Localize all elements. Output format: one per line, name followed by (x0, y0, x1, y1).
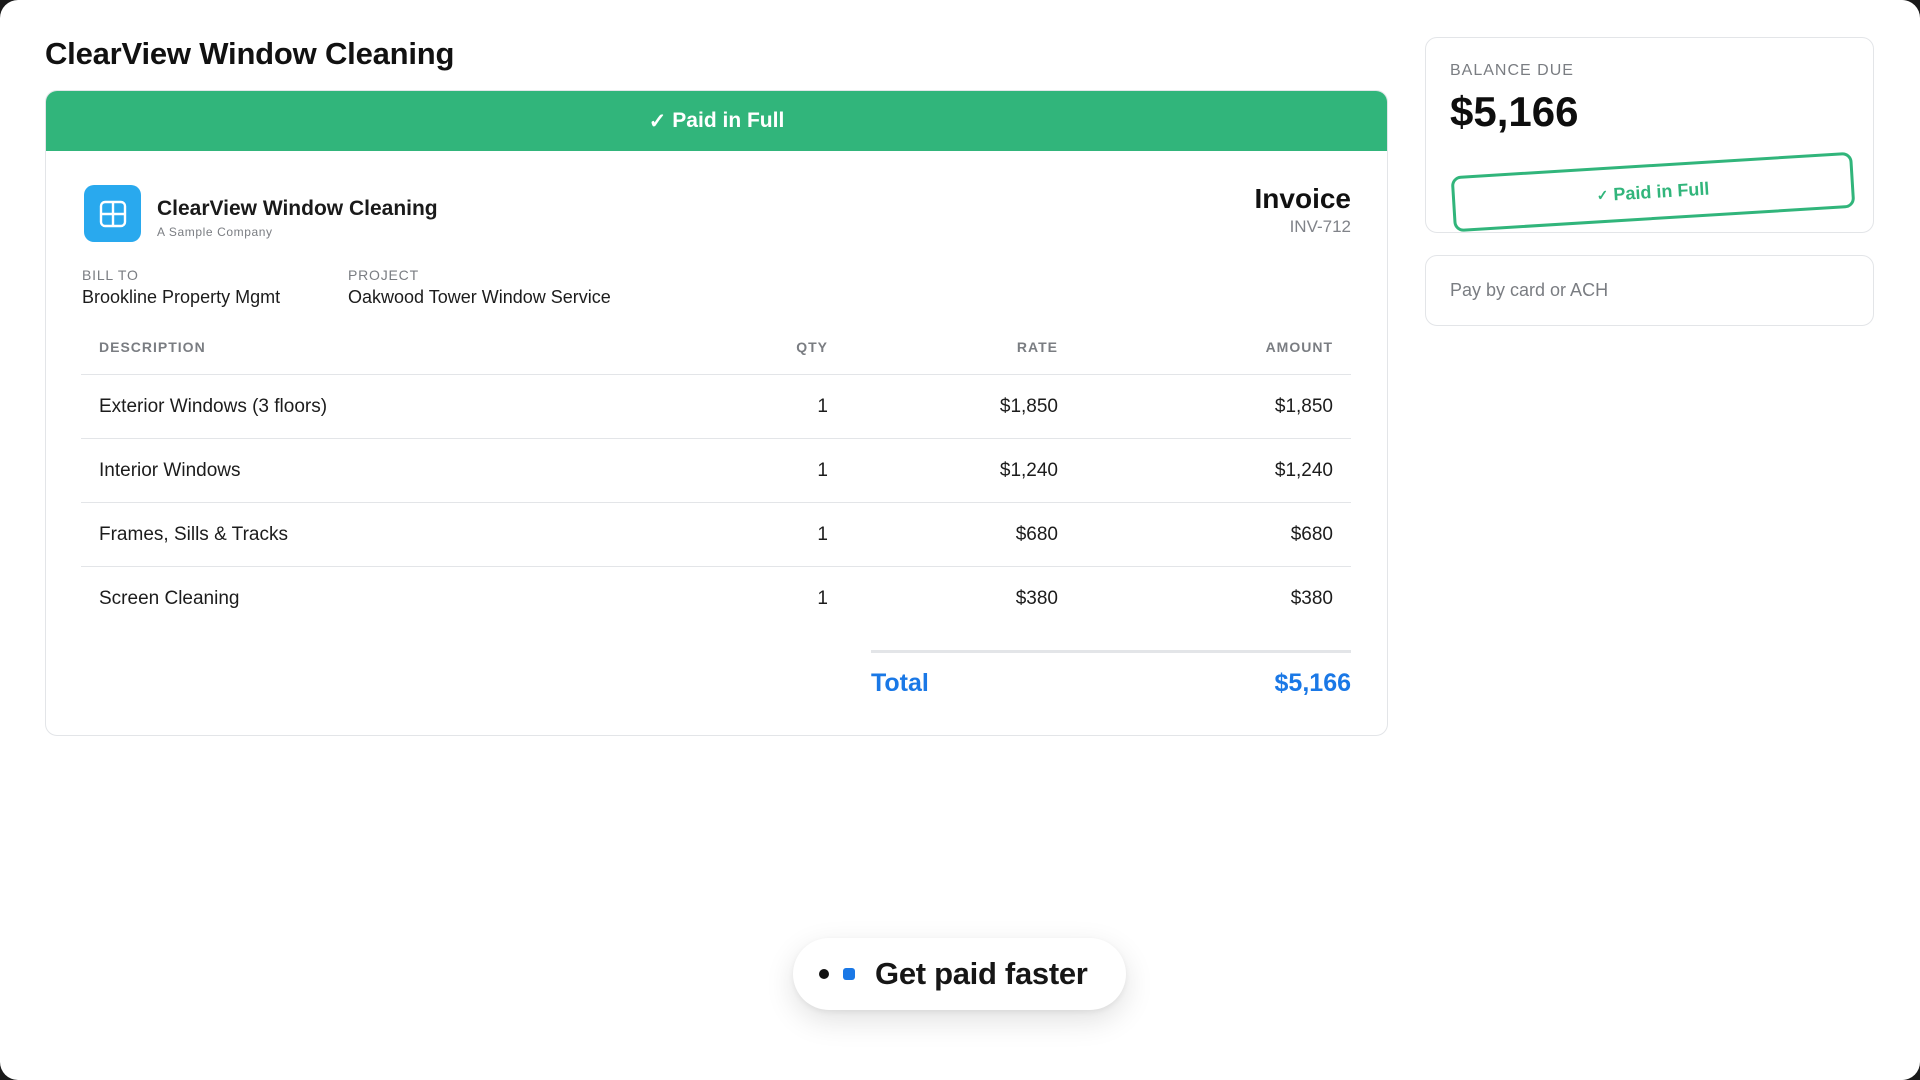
invoice-header: ClearView Window Cleaning A Sample Compa… (46, 151, 1387, 267)
blue-square-icon (843, 968, 855, 980)
table-row: Screen Cleaning 1 $380 $380 (81, 567, 1351, 631)
column-header-description: DESCRIPTION (81, 320, 701, 375)
paid-banner: ✓ Paid in Full (46, 91, 1387, 151)
invoice-number: INV-712 (1289, 217, 1351, 236)
bill-to: BILL TO Brookline Property Mgmt (82, 267, 280, 308)
item-description: Exterior Windows (3 floors) (81, 374, 701, 439)
item-amount: $680 (1076, 502, 1351, 567)
project: PROJECT Oakwood Tower Window Service (348, 267, 611, 308)
pay-label: Pay by card or ACH (1450, 280, 1609, 300)
column-header-amount: AMOUNT (1076, 320, 1351, 375)
company-logo (84, 185, 141, 242)
column-header-rate: RATE (846, 320, 1076, 375)
item-qty: 1 (701, 374, 846, 439)
invoice-label: Invoice (1254, 183, 1351, 214)
balance-due-amount: $5,166 (1450, 88, 1579, 135)
item-description: Screen Cleaning (99, 587, 240, 609)
total-label: Total (871, 668, 929, 697)
column-header-qty: QTY (701, 320, 846, 375)
project-value: Oakwood Tower Window Service (348, 287, 611, 307)
pay-by-card-button[interactable]: Pay by card or ACH (1425, 255, 1874, 326)
balance-due-label: BALANCE DUE (1450, 62, 1574, 79)
item-description: Frames, Sills & Tracks (81, 502, 701, 567)
check-icon: ✓ (1596, 186, 1609, 203)
item-rate: $1,240 (846, 438, 1076, 503)
table-row: Exterior Windows (3 floors) 1 $1,850 $1,… (81, 374, 1351, 439)
item-qty: 1 (701, 502, 846, 567)
item-description: Interior Windows (81, 438, 701, 503)
table-header-row: DESCRIPTION QTY RATE AMOUNT (81, 320, 1351, 375)
stamp-text: Paid in Full (1612, 178, 1710, 204)
grid-window-icon (99, 200, 126, 227)
total-value: $5,166 (1274, 668, 1351, 697)
item-qty: 1 (817, 587, 828, 609)
item-rate: $680 (846, 502, 1076, 567)
item-rate: $380 (1015, 587, 1058, 609)
paid-banner-text: Paid in Full (672, 109, 785, 132)
balance-card: BALANCE DUE $5,166 ✓ Paid in Full (1425, 37, 1874, 233)
item-qty: 1 (701, 438, 846, 503)
company-subtitle: A Sample Company (157, 225, 273, 239)
table-row: Interior Windows 1 $1,240 $1,240 (81, 438, 1351, 503)
bill-to-value: Brookline Property Mgmt (82, 287, 281, 307)
total-row: Total $5,166 (871, 650, 1351, 713)
black-dot-icon (819, 969, 829, 979)
check-icon: ✓ (648, 109, 667, 133)
get-paid-faster-pill: Get paid faster (793, 938, 1126, 1010)
bill-to-label: BILL TO (82, 267, 139, 283)
item-amount: $1,850 (1076, 374, 1351, 439)
table-row: Frames, Sills & Tracks 1 $680 $680 (81, 502, 1351, 567)
item-rate: $1,850 (846, 374, 1076, 439)
page: ClearView Window Cleaning ✓ Paid in Full… (0, 0, 1920, 1080)
item-amount: $1,240 (1076, 438, 1351, 503)
project-label: PROJECT (348, 267, 419, 283)
line-items-table: DESCRIPTION QTY RATE AMOUNT Exterior Win… (81, 320, 1351, 630)
paid-in-full-stamp: ✓ Paid in Full (1450, 151, 1856, 233)
company-name: ClearView Window Cleaning (157, 197, 438, 220)
page-title: ClearView Window Cleaning (45, 36, 455, 71)
item-amount: $380 (1290, 587, 1333, 609)
pill-text: Get paid faster (875, 956, 1088, 991)
